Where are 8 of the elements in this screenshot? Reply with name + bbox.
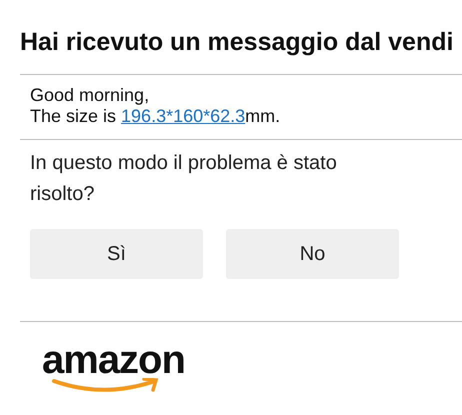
size-link[interactable]: 196.3*160*62.3 — [121, 106, 246, 126]
answer-button[interactable]: No — [226, 229, 399, 279]
amazon-logo: amazon — [42, 340, 202, 394]
message-title: Hai ricevuto un messaggio dal vendi — [20, 27, 454, 58]
answer-button[interactable]: Sì — [30, 229, 203, 279]
size-text: The size is 196.3*160*62.3mm. — [30, 106, 282, 127]
greeting-text: Good morning, — [30, 85, 150, 106]
question-text: In questo modo il problema è stato risolto? — [29, 151, 338, 207]
